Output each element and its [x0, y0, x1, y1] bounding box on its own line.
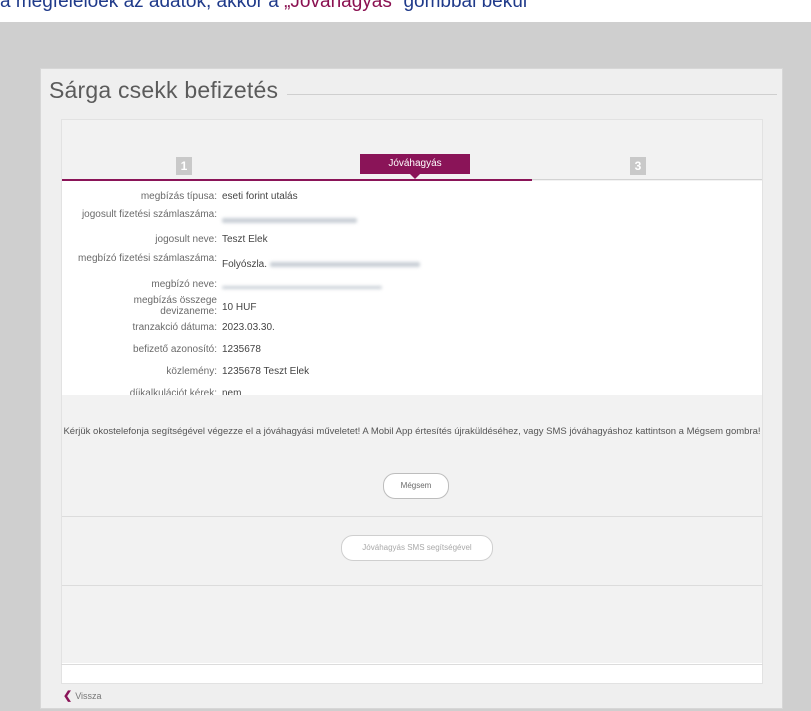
step-active-approval: Jóváhagyás	[360, 154, 470, 179]
progress-line-remaining	[532, 179, 762, 180]
field-label: jogosult neve:	[155, 234, 217, 245]
field-label: közlemény:	[166, 366, 217, 377]
footer-divider	[61, 664, 763, 665]
chevron-left-icon: ❮	[63, 690, 73, 702]
field-value: Teszt Elek	[222, 234, 268, 245]
section-divider	[62, 585, 762, 586]
section-divider	[62, 516, 762, 517]
field-label: megbízó neve:	[151, 279, 217, 290]
field-value: 2023.03.30.	[222, 322, 275, 333]
doc-text-highlight: „Jóváhagyás”	[284, 0, 399, 12]
page-title: Sárga csekk befizetés	[49, 77, 279, 103]
field-label: megbízás összege devizaneme:	[133, 295, 217, 317]
step-3-badge: 3	[630, 157, 646, 175]
field-value-blurred	[222, 215, 357, 226]
field-value-blurred	[222, 282, 382, 293]
field-value: 10 HUF	[222, 302, 257, 313]
back-link[interactable]: ❮ Vissza	[63, 689, 102, 702]
cancel-button[interactable]: Mégsem	[383, 473, 449, 499]
field-label: jogosult fizetési számlaszáma:	[81, 209, 217, 220]
field-label: megbízás típusa:	[140, 191, 217, 202]
field-value: 1235678 Teszt Elek	[222, 366, 310, 377]
field-label: megbízó fizetési számlaszáma:	[78, 253, 217, 264]
content-panel: 1 Jóváhagyás 3 megbízás típusa: eseti fo…	[61, 119, 763, 684]
details-area: megbízás típusa: eseti forint utalás jog…	[62, 181, 762, 399]
field-value: eseti forint utalás	[222, 191, 298, 202]
doc-text-post: gombbal bekül	[398, 0, 528, 12]
document-text-line: a megfelelőek az adatok, akkor a „Jóváha…	[0, 0, 811, 22]
title-rule	[287, 94, 777, 95]
step-1-badge: 1	[176, 157, 192, 175]
field-value: 1235678	[222, 344, 261, 355]
field-label: tranzakció dátuma:	[132, 322, 218, 333]
sms-approval-button[interactable]: Jóváhagyás SMS segítségével	[341, 535, 493, 561]
field-value: Folyószla.	[222, 259, 420, 270]
approval-instructions: Kérjük okostelefonja segítségével végezz…	[63, 426, 761, 437]
field-label: befizető azonosító:	[133, 344, 217, 355]
approval-section: Kérjük okostelefonja segítségével végezz…	[62, 395, 762, 663]
screenshot-frame: Sárga csekk befizetés 1 Jóváhagyás 3 meg…	[0, 22, 811, 711]
back-label: Vissza	[75, 691, 102, 701]
payment-card: Sárga csekk befizetés 1 Jóváhagyás 3 meg…	[40, 68, 783, 709]
doc-text-pre: a megfelelőek az adatok, akkor a	[0, 0, 285, 12]
account-type: Folyószla.	[222, 259, 268, 270]
